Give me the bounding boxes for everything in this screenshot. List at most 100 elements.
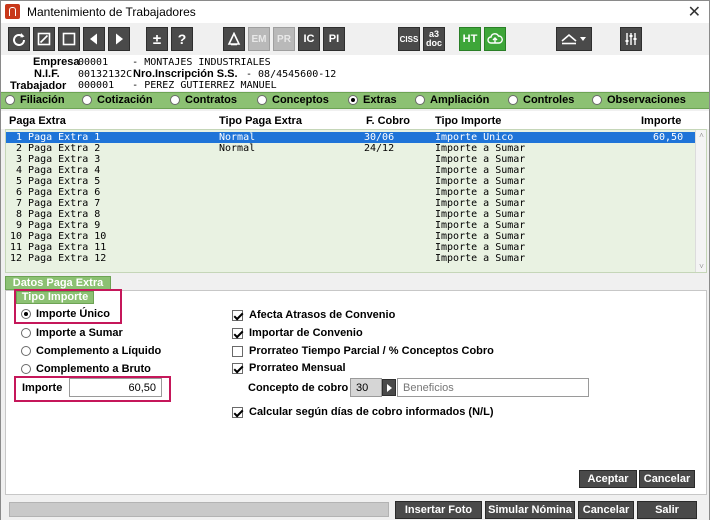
simular-nomina-button[interactable]: Simular Nómina xyxy=(485,501,575,519)
tab-radio xyxy=(592,95,602,105)
tab-radio-selected xyxy=(348,95,358,105)
table-row[interactable]: 4 Paga Extra 4 Importe a Sumar xyxy=(6,165,696,176)
extras-grid[interactable]: 1 Paga Extra 1 Normal 30/06 Importe Unic… xyxy=(5,129,707,273)
importe-input[interactable]: 60,50 xyxy=(69,378,162,397)
inscripcion-label: Nro.Inscripción S.S. xyxy=(133,68,238,80)
settings-sliders-icon[interactable] xyxy=(620,27,642,51)
cell-tipo-importe: Importe a Sumar xyxy=(435,198,526,209)
grid-header: Paga Extra Tipo Paga Extra F. Cobro Tipo… xyxy=(1,111,709,129)
cell-tipo-importe: Importe a Sumar xyxy=(435,165,526,176)
tab-observaciones[interactable]: Observaciones xyxy=(592,94,686,106)
tab-radio xyxy=(5,95,15,105)
ht-button[interactable]: HT xyxy=(459,27,481,51)
cell-tipo-importe: Importe a Sumar xyxy=(435,176,526,187)
ic-button[interactable]: IC xyxy=(298,27,320,51)
tab-label: Contratos xyxy=(185,94,237,106)
option-complemento-liquido[interactable]: Complemento a Líquido xyxy=(21,345,161,357)
cell-paga: 1 Paga Extra 1 xyxy=(10,132,101,143)
cell-tipo-importe: Importe a Sumar xyxy=(435,209,526,220)
tab-radio xyxy=(170,95,180,105)
new-record-icon[interactable] xyxy=(58,27,80,51)
pi-button[interactable]: PI xyxy=(323,27,345,51)
toolbar: ± ? EM PR IC PI CISS a3 doc HT xyxy=(1,23,709,55)
cloud-upload-icon[interactable] xyxy=(484,27,506,51)
help-button[interactable]: ? xyxy=(171,27,193,51)
em-button[interactable]: EM xyxy=(248,27,270,51)
tab-label: Conceptos xyxy=(272,94,329,106)
checkbox-checked xyxy=(232,309,243,321)
a3doc-button[interactable]: a3 doc xyxy=(423,27,445,51)
tab-label: Controles xyxy=(523,94,575,106)
table-row[interactable]: 6 Paga Extra 6 Importe a Sumar xyxy=(6,187,696,198)
aceptar-button[interactable]: Aceptar xyxy=(579,470,637,488)
check-label: Afecta Atrasos de Convenio xyxy=(249,309,396,321)
table-row[interactable]: 1 Paga Extra 1 Normal 30/06 Importe Unic… xyxy=(6,132,696,143)
cell-tipo-importe: Importe a Sumar xyxy=(435,154,526,165)
nif-value: 00132132C xyxy=(78,69,133,80)
check-calcular-dias[interactable]: Calcular según días de cobro informados … xyxy=(232,406,493,418)
concepto-desc-input[interactable]: Beneficios xyxy=(397,378,589,397)
importe-label: Importe xyxy=(22,382,63,394)
tab-cotizacion[interactable]: Cotización xyxy=(82,94,153,106)
tab-extras[interactable]: Extras xyxy=(348,94,397,106)
refresh-icon[interactable] xyxy=(8,27,30,51)
scroll-down-icon[interactable]: ˅ xyxy=(697,262,706,271)
status-bar: Insertar Foto Simular Nómina Cancelar Sa… xyxy=(1,499,709,520)
check-importar-convenio[interactable]: Importar de Convenio xyxy=(232,327,363,339)
tab-contratos[interactable]: Contratos xyxy=(170,94,237,106)
print-dropdown-button[interactable] xyxy=(556,27,592,51)
cancelar-button[interactable]: Cancelar xyxy=(578,501,634,519)
status-field xyxy=(9,502,389,517)
table-row[interactable]: 12 Paga Extra 12 Importe a Sumar xyxy=(6,253,696,264)
table-row[interactable]: 3 Paga Extra 3 Importe a Sumar xyxy=(6,154,696,165)
option-importe-unico[interactable]: Importe Único xyxy=(21,308,110,320)
grid-scrollbar[interactable]: ˄ ˅ xyxy=(695,130,706,272)
option-importe-a-sumar[interactable]: Importe a Sumar xyxy=(21,327,123,339)
option-label: Complemento a Líquido xyxy=(36,345,162,357)
tab-conceptos[interactable]: Conceptos xyxy=(257,94,329,106)
table-row[interactable]: 7 Paga Extra 7 Importe a Sumar xyxy=(6,198,696,209)
option-label: Complemento a Bruto xyxy=(36,363,151,375)
table-row[interactable]: 9 Paga Extra 9 Importe a Sumar xyxy=(6,220,696,231)
tab-controles[interactable]: Controles xyxy=(508,94,574,106)
table-row[interactable]: 2 Paga Extra 2 Normal 24/12 Importe a Su… xyxy=(6,143,696,154)
cell-tipo-importe: Importe Unico xyxy=(435,132,514,143)
tab-ampliacion[interactable]: Ampliación xyxy=(415,94,489,106)
concepto-label: Concepto de cobro xyxy=(248,382,349,394)
bell-icon[interactable] xyxy=(223,27,245,51)
table-row[interactable]: 5 Paga Extra 5 Importe a Sumar xyxy=(6,176,696,187)
cell-paga: 7 Paga Extra 7 xyxy=(10,198,101,209)
table-row[interactable]: 8 Paga Extra 8 Importe a Sumar xyxy=(6,209,696,220)
concepto-code-input[interactable]: 30 xyxy=(350,378,382,397)
previous-icon[interactable] xyxy=(83,27,105,51)
close-icon[interactable]: ✕ xyxy=(688,2,701,22)
col-tipo-paga-extra: Tipo Paga Extra xyxy=(219,115,302,127)
col-fecha-cobro: F. Cobro xyxy=(366,115,410,127)
insertar-foto-button[interactable]: Insertar Foto xyxy=(395,501,482,519)
tab-radio xyxy=(257,95,267,105)
checkbox-checked xyxy=(232,406,243,418)
scroll-up-icon[interactable]: ˄ xyxy=(697,131,706,140)
cancelar-panel-button[interactable]: Cancelar xyxy=(639,470,695,488)
check-afecta-atrasos[interactable]: Afecta Atrasos de Convenio xyxy=(232,309,395,321)
tab-radio xyxy=(415,95,425,105)
check-prorrateo-parcial[interactable]: Prorrateo Tiempo Parcial / % Conceptos C… xyxy=(232,345,494,357)
tab-filiacion[interactable]: Filiación xyxy=(5,94,65,106)
edit-icon[interactable] xyxy=(33,27,55,51)
cell-fecha: 30/06 xyxy=(364,132,395,143)
table-row[interactable]: 10 Paga Extra 10 Importe a Sumar xyxy=(6,231,696,242)
plus-minus-button[interactable]: ± xyxy=(146,27,168,51)
pr-button[interactable]: PR xyxy=(273,27,295,51)
tab-radio xyxy=(508,95,518,105)
table-row[interactable]: 11 Paga Extra 11 Importe a Sumar xyxy=(6,242,696,253)
salir-button[interactable]: Salir xyxy=(637,501,697,519)
check-prorrateo-mensual[interactable]: Prorrateo Mensual xyxy=(232,362,346,374)
cell-paga: 5 Paga Extra 5 xyxy=(10,176,101,187)
check-label: Calcular según días de cobro informados … xyxy=(249,406,494,418)
empresa-value: 00001 - MONTAJES INDUSTRIALES xyxy=(78,57,271,68)
option-complemento-bruto[interactable]: Complemento a Bruto xyxy=(21,363,151,375)
next-icon[interactable] xyxy=(108,27,130,51)
concepto-lookup-button[interactable] xyxy=(382,379,396,396)
ciss-button[interactable]: CISS xyxy=(398,27,420,51)
tab-label: Extras xyxy=(363,94,397,106)
